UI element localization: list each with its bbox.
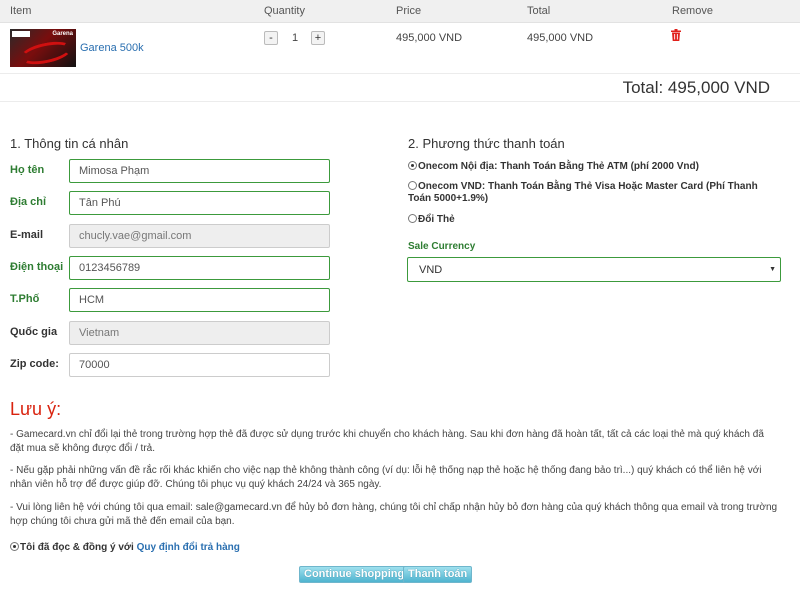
cart-header: Item Quantity Price Total Remove <box>0 0 800 23</box>
product-name-link[interactable]: Garena 500k <box>80 42 144 54</box>
payment-option-atm[interactable]: Onecom Nội địa: Thanh Toán Bằng Thẻ ATM … <box>408 161 780 173</box>
radio-unchecked-icon[interactable] <box>408 214 417 223</box>
thumbnail-badge <box>12 31 30 37</box>
quantity-decrease-button[interactable]: - <box>264 31 278 45</box>
product-thumbnail[interactable]: Garena <box>10 29 76 67</box>
payment-method-title: 2. Phương thức thanh toán <box>408 136 565 151</box>
header-item: Item <box>10 5 32 17</box>
currency-select[interactable]: VND ▼ <box>407 257 781 282</box>
zip-label: Zip code: <box>10 358 59 370</box>
header-total: Total <box>527 5 551 17</box>
sale-currency-label: Sale Currency <box>408 241 476 252</box>
country-field[interactable] <box>69 321 330 345</box>
radio-unchecked-icon[interactable] <box>408 181 417 190</box>
table-row: Garena Garena 500k - 1 + 495,000 VND 495… <box>0 23 800 74</box>
country-label: Quốc gia <box>10 326 58 338</box>
address-field[interactable] <box>69 191 330 215</box>
item-price: 495,000 VND <box>396 32 463 44</box>
email-field[interactable] <box>69 224 330 248</box>
header-remove: Remove <box>672 5 713 17</box>
quantity-increase-button[interactable]: + <box>311 31 325 45</box>
checkout-button[interactable]: Thanh toán <box>403 566 473 583</box>
header-price: Price <box>396 5 422 17</box>
note-item: - Nếu gặp phải những vấn đề rắc rối khác… <box>10 465 762 490</box>
payment-option-visa[interactable]: Onecom VND: Thanh Toán Bằng Thẻ Visa Hoặ… <box>408 181 780 205</box>
note-item: - Gamecard.vn chỉ đổi lại thẻ trong trườ… <box>10 429 764 454</box>
thumbnail-logo: Garena <box>52 31 73 37</box>
city-field[interactable] <box>69 288 330 312</box>
item-total: 495,000 VND <box>527 32 594 44</box>
cart-table: Item Quantity Price Total Remove Garena … <box>0 0 800 102</box>
header-quantity: Quantity <box>264 5 305 17</box>
notes-title: Lưu ý: <box>10 399 62 419</box>
radio-checked-icon[interactable] <box>408 161 417 170</box>
thumbnail-art <box>18 37 74 67</box>
city-label: T.Phố <box>10 293 40 305</box>
return-policy-link[interactable]: Quy định đổi trả hàng <box>137 542 240 553</box>
chevron-down-icon: ▼ <box>769 266 776 273</box>
grand-total-row: Total: 495,000 VND <box>0 74 800 102</box>
payment-option-label: Onecom Nội địa: Thanh Toán Bằng Thẻ ATM … <box>418 161 699 172</box>
grand-total: Total: 495,000 VND <box>622 78 770 97</box>
quantity-value: 1 <box>292 32 299 44</box>
agree-terms[interactable]: Tôi đã đọc & đồng ý với Quy định đổi trả… <box>10 542 240 553</box>
agree-text: Tôi đã đọc & đồng ý với <box>20 542 137 553</box>
email-label: E-mail <box>10 229 44 241</box>
currency-value: VND <box>419 264 443 276</box>
name-label: Họ tên <box>10 164 45 176</box>
payment-option-label: Onecom VND: Thanh Toán Bằng Thẻ Visa Hoặ… <box>408 181 758 204</box>
trash-icon[interactable] <box>671 29 681 41</box>
address-label: Địa chỉ <box>10 196 47 208</box>
name-field[interactable] <box>69 159 330 183</box>
payment-option-exchange[interactable]: Đổi Thẻ <box>408 214 780 226</box>
note-item: - Vui lòng liên hệ với chúng tôi qua ema… <box>10 502 778 527</box>
phone-field[interactable] <box>69 256 330 280</box>
radio-checked-icon[interactable] <box>10 542 19 551</box>
payment-option-label: Đổi Thẻ <box>418 214 455 225</box>
zip-field[interactable] <box>69 353 330 377</box>
phone-label: Điện thoại <box>10 261 64 273</box>
continue-shopping-button[interactable]: Continue shopping <box>299 566 410 583</box>
personal-info-title: 1. Thông tin cá nhân <box>10 136 129 151</box>
